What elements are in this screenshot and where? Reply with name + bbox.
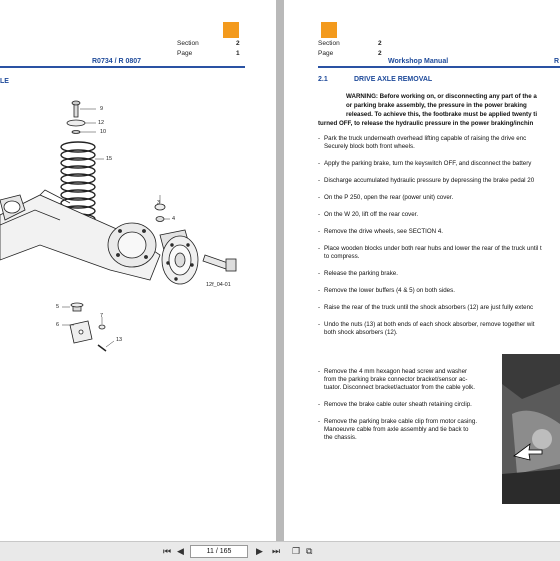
lower-step-2-line-1: Remove the brake cable outer sheath reta…: [324, 401, 472, 408]
step-2-bullet: -: [318, 160, 321, 167]
left-page: Section 2 Page 1 R0734 / R 0807 LE 9 12 …: [0, 0, 276, 541]
axle-exploded-diagram: [0, 100, 237, 352]
step-9-bullet: -: [318, 287, 321, 294]
section-number: 2.1: [318, 76, 328, 83]
title-fragment: LE: [0, 78, 9, 85]
step-4-line-1: On the P 250, open the rear (power unit)…: [324, 194, 454, 201]
callout-12: 12: [98, 120, 105, 126]
page-value: 1: [236, 50, 240, 57]
step-7-bullet: -: [318, 245, 321, 252]
callout-13: 13: [116, 337, 123, 343]
step-2-line-1: Apply the parking brake, turn the keyswi…: [324, 160, 532, 167]
step-8-line-1: Release the parking brake.: [324, 270, 398, 277]
step-3-bullet: -: [318, 177, 321, 184]
warning-line-2: or parking brake assembly, the pressure …: [346, 102, 527, 109]
step-6-line-1: Remove the drive wheels, see SECTION 4.: [324, 228, 443, 235]
brand-square: [321, 22, 337, 38]
callout-7: 7: [100, 313, 104, 319]
previous-page-icon[interactable]: ◀: [177, 546, 184, 556]
step-5-bullet: -: [318, 211, 321, 218]
lower-step-1-line-3: tuator. Disconnect bracket/actuator from…: [324, 384, 475, 391]
figure-caption: 12f_04-01: [206, 282, 231, 288]
last-page-icon[interactable]: ⏭: [272, 546, 280, 556]
header-rule: [318, 66, 560, 68]
lower-step-3-line-3: the chassis.: [324, 434, 357, 441]
step-10-line-1: Raise the rear of the truck until the sh…: [324, 304, 534, 311]
page-label: Page: [318, 50, 334, 57]
section-value: 2: [378, 40, 382, 47]
callout-3: 3: [157, 200, 161, 206]
warning-line-4: turned OFF, to release the hydraulic pre…: [318, 120, 534, 127]
step-8-bullet: -: [318, 270, 321, 277]
page-value: 2: [378, 50, 382, 57]
step-1-bullet: -: [318, 135, 321, 142]
warning-line-1: WARNING: Before working on, or disconnec…: [346, 93, 537, 100]
brand-square: [223, 22, 239, 38]
right-page: Section 2 Page 2 Workshop Manual R 2.1 D…: [284, 0, 560, 541]
page-number-input[interactable]: 11 / 165: [190, 545, 248, 558]
callout-15: 15: [106, 156, 113, 162]
step-9-line-1: Remove the lower buffers (4 & 5) on both…: [324, 287, 455, 294]
section-label: Section: [177, 40, 199, 47]
section-title: DRIVE AXLE REMOVAL: [354, 76, 433, 83]
lower-step-2-bullet: -: [318, 401, 321, 408]
next-page-icon[interactable]: ▶: [256, 546, 263, 556]
manual-title: Workshop Manual: [388, 58, 449, 65]
step-10-bullet: -: [318, 304, 321, 311]
page-label: Page: [177, 50, 193, 57]
lower-step-3-bullet: -: [318, 418, 321, 425]
step-11-bullet: -: [318, 321, 321, 328]
callout-4: 4: [172, 216, 176, 222]
reference-fragment: R: [554, 58, 560, 65]
header-rule: [0, 66, 245, 68]
brake-cable-photo: [502, 354, 560, 504]
section-value: 2: [236, 40, 240, 47]
callout-10: 10: [100, 129, 107, 135]
warning-line-3: released. To achieve this, the footbrake…: [346, 111, 538, 118]
reference-code: R0734 / R 0807: [92, 58, 142, 65]
callout-9: 9: [100, 106, 104, 112]
viewer-toolbar: ⏮ ◀ 11 / 165 ▶ ⏭ ❐ ⧉: [0, 541, 560, 561]
step-6-bullet: -: [318, 228, 321, 235]
first-page-icon[interactable]: ⏮: [163, 546, 171, 556]
step-5-line-1: On the W 20, lift off the rear cover.: [324, 211, 419, 218]
step-3-line-1: Discharge accumulated hydraulic pressure…: [324, 177, 535, 184]
callout-6: 6: [56, 322, 60, 328]
lower-step-1-bullet: -: [318, 368, 321, 375]
step-1-line-2: Securely block both front wheels.: [324, 143, 415, 150]
step-7-line-2: to compress.: [324, 253, 360, 260]
single-page-view-icon[interactable]: ❐: [292, 546, 300, 556]
section-label: Section: [318, 40, 340, 47]
step-11-line-2: both shock absorbers (12).: [324, 329, 398, 336]
step-4-bullet: -: [318, 194, 321, 201]
callout-5: 5: [56, 304, 60, 310]
two-page-view-icon[interactable]: ⧉: [306, 546, 312, 556]
